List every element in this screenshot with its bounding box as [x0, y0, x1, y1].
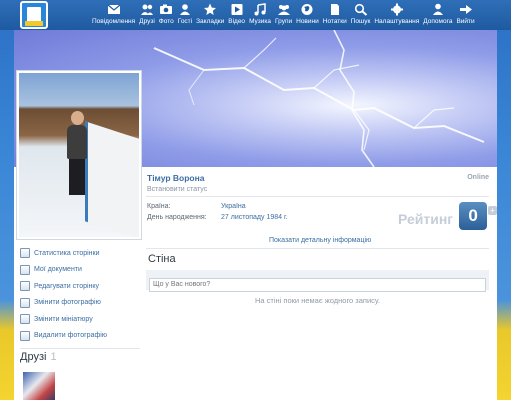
- menu-label: Мої документи: [34, 266, 82, 274]
- nav-photos[interactable]: Фото: [157, 0, 176, 30]
- show-details-link[interactable]: Показати детальну інформацію: [269, 237, 371, 244]
- guests-icon: [178, 3, 192, 16]
- friends-title[interactable]: Друзі: [20, 351, 46, 363]
- nav-label: Відео: [228, 18, 246, 25]
- thumbnail-icon: [20, 314, 30, 325]
- profile-actions-menu: Статистика сторінки Мої документи Редагу…: [20, 245, 140, 344]
- menu-my-documents[interactable]: Мої документи: [20, 262, 140, 279]
- nav-exit[interactable]: Вийти: [454, 0, 476, 30]
- nav-label: Музика: [249, 18, 272, 25]
- nav-label: Вийти: [456, 18, 475, 25]
- nav-label: Друзі: [139, 18, 155, 25]
- info-row-country: Країна: Україна: [147, 203, 246, 210]
- nav-search[interactable]: Пошук: [349, 0, 373, 30]
- person-head: [71, 111, 84, 125]
- statistics-icon: [20, 248, 30, 259]
- wall-title: Стіна: [148, 253, 176, 265]
- nav-video[interactable]: Відео: [226, 0, 247, 30]
- note-icon: [328, 3, 342, 16]
- search-icon: [354, 3, 368, 16]
- menu-delete-photo[interactable]: Видалити фотографію: [20, 328, 140, 345]
- nav-friends[interactable]: Друзі: [137, 0, 157, 30]
- music-note-icon: [253, 3, 267, 16]
- envelope-icon: [107, 3, 121, 16]
- nav-label: Новини: [296, 18, 319, 25]
- menu-label: Видалити фотографію: [34, 332, 108, 340]
- nav-label: Повідомлення: [92, 18, 136, 25]
- exit-arrow-icon: [459, 3, 473, 16]
- set-status-link[interactable]: Встановити статус: [147, 186, 207, 193]
- profile-photo-image: [19, 73, 139, 237]
- divider: [146, 196, 489, 197]
- logo-flag-strip: [25, 21, 43, 26]
- friend-avatar[interactable]: [23, 372, 55, 400]
- nav-label: Налаштування: [374, 18, 420, 25]
- birthday-value[interactable]: 27 листопаду 1984 г.: [221, 214, 288, 221]
- rating-value: 0: [459, 202, 488, 230]
- menu-edit-page[interactable]: Редагувати сторінку: [20, 278, 140, 295]
- nav-label: Нотатки: [322, 18, 347, 25]
- profile-name: Тімур Ворона: [147, 173, 205, 183]
- groups-icon: [277, 3, 291, 16]
- wall-post-box: [146, 270, 489, 292]
- menu-page-statistics[interactable]: Статистика сторінки: [20, 245, 140, 262]
- wall-post-input[interactable]: [149, 277, 486, 292]
- star-icon: [203, 3, 217, 16]
- nav-settings[interactable]: Налаштування: [372, 0, 421, 30]
- nav-bookmarks[interactable]: Закладки: [194, 0, 226, 30]
- menu-label: Змінити фотографію: [34, 299, 101, 307]
- country-value[interactable]: Україна: [221, 203, 246, 210]
- birthday-label: День народження:: [147, 214, 207, 221]
- delete-photo-icon: [20, 330, 30, 341]
- menu-label: Змінити мініатюру: [34, 315, 93, 323]
- play-icon: [230, 3, 244, 16]
- info-row-birthday: День народження: 27 листопаду 1984 г.: [147, 214, 288, 221]
- globe-icon: [300, 3, 314, 16]
- friends-count: 1: [50, 351, 57, 363]
- nav-label: Пошук: [350, 18, 371, 25]
- nav-label: Допомога: [423, 18, 453, 25]
- nav-label: Гості: [177, 18, 193, 25]
- main-nav: Повідомлення Друзі Фото Гості Закладки В…: [90, 0, 477, 30]
- menu-change-photo[interactable]: Змінити фотографію: [20, 295, 140, 312]
- edit-icon: [20, 281, 30, 292]
- documents-icon: [20, 264, 30, 275]
- wall-empty-message: На стіні поки немає жодного запису.: [255, 296, 380, 305]
- menu-label: Статистика сторінки: [34, 249, 100, 257]
- divider: [146, 248, 489, 249]
- top-navigation-bar: Повідомлення Друзі Фото Гості Закладки В…: [0, 0, 511, 30]
- rating-plus-button[interactable]: +: [488, 205, 498, 215]
- nav-help[interactable]: Допомога: [421, 0, 454, 30]
- help-person-icon: [431, 3, 445, 16]
- profile-photo[interactable]: [16, 70, 142, 240]
- nav-guests[interactable]: Гості: [176, 0, 194, 30]
- site-logo[interactable]: [20, 1, 48, 29]
- country-label: Країна:: [147, 203, 171, 210]
- gear-icon: [390, 3, 404, 16]
- rating-label: Рейтинг: [398, 211, 454, 227]
- nav-music[interactable]: Музика: [247, 0, 273, 30]
- nav-label: Групи: [275, 18, 293, 25]
- rating-widget: Рейтинг 0 +: [398, 202, 498, 230]
- friends-icon: [140, 3, 154, 16]
- nav-groups[interactable]: Групи: [273, 0, 294, 30]
- photo-icon: [20, 297, 30, 308]
- menu-label: Редагувати сторінку: [34, 282, 100, 290]
- person-legs: [69, 159, 85, 195]
- profile-page: Тімур Ворона Online Встановити статус Кр…: [14, 30, 498, 400]
- nav-label: Закладки: [196, 18, 225, 25]
- nav-notes[interactable]: Нотатки: [321, 0, 349, 30]
- person-body: [67, 125, 87, 159]
- camera-icon: [159, 3, 173, 16]
- menu-change-thumbnail[interactable]: Змінити мініатюру: [20, 311, 140, 328]
- rink-board: [85, 121, 139, 237]
- nav-label: Фото: [158, 18, 174, 25]
- friends-section-header: Друзі 1: [20, 348, 140, 363]
- nav-news[interactable]: Новини: [294, 0, 321, 30]
- nav-messages[interactable]: Повідомлення: [90, 0, 137, 30]
- online-status: Online: [467, 174, 489, 181]
